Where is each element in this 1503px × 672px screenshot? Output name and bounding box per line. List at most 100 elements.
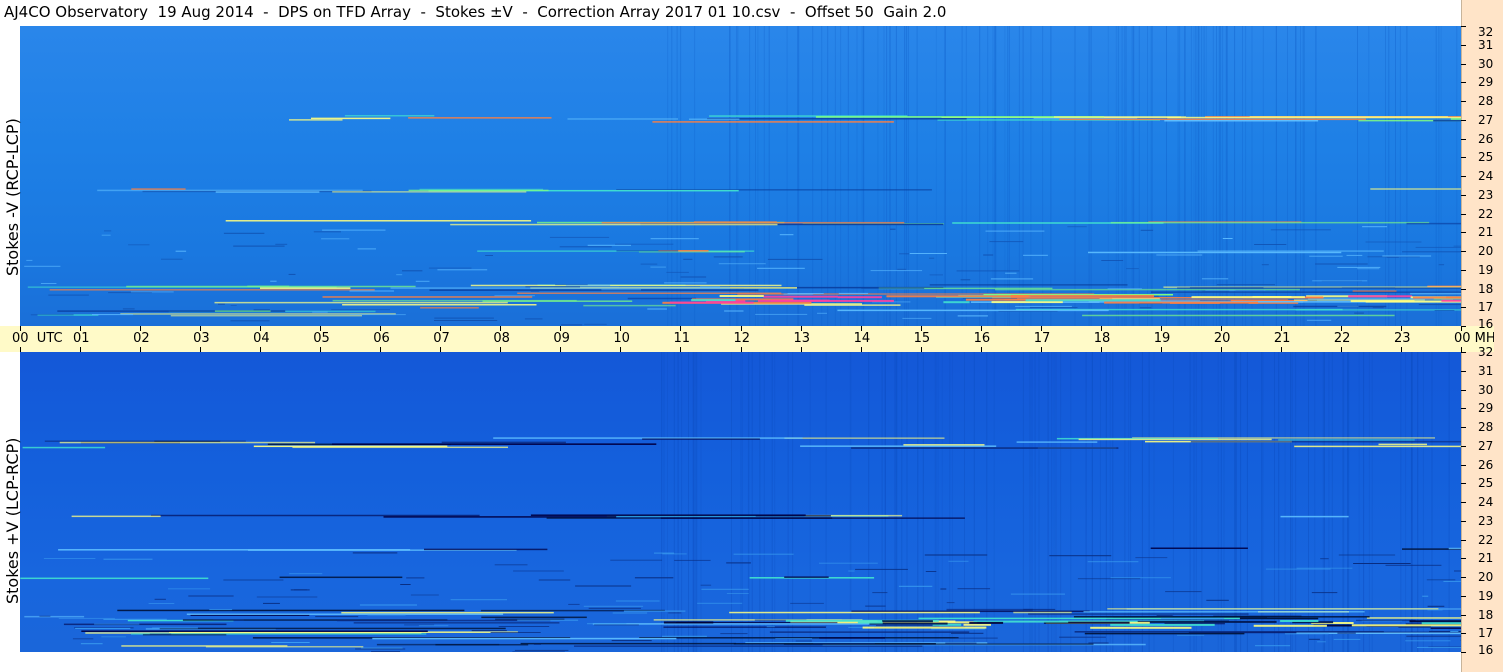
spectral-line [700,584,712,586]
spectral-line [538,579,571,581]
time-tick [20,347,21,352]
vertical-streak [1290,352,1291,652]
spectral-line [332,191,527,193]
vertical-streak [1147,26,1148,326]
spectral-line [402,270,423,272]
vertical-streak [1053,352,1055,652]
vertical-streak [749,26,751,326]
vertical-streak [994,26,996,326]
spectral-line [848,570,855,572]
vertical-streak [729,26,730,326]
vertical-streak [1226,26,1228,326]
vertical-streak [986,352,988,652]
time-tick [1101,347,1102,352]
time-tick [620,326,621,331]
spectral-line [876,625,940,627]
time-tick-label: 02 [133,331,150,346]
vertical-streak [1203,26,1205,326]
spectrogram-bottom [20,352,1461,652]
spectral-line [957,588,991,590]
spectral-line [359,604,417,606]
spectral-line [1255,645,1291,647]
vertical-streak [1153,352,1155,652]
freq-tick-label: 19 [1478,262,1494,277]
vertical-streak [951,352,953,652]
freq-tick [1461,270,1466,271]
spectral-line [72,638,94,640]
vertical-streak [922,352,924,652]
spectral-line [517,619,579,621]
vertical-streak [1456,26,1458,326]
spectral-line [225,220,532,222]
spectral-line [63,623,227,626]
vertical-streak [1195,352,1197,652]
spectral-line [43,558,96,559]
spectral-line [862,626,987,629]
vertical-streak [1302,26,1304,326]
time-tick-label: 20 [1213,331,1231,346]
vertical-streak [1303,26,1305,326]
vertical-streak [1347,352,1349,652]
freq-tick [1461,176,1466,177]
time-tick [801,347,802,352]
spectral-line [837,296,882,299]
spectral-line [694,221,777,223]
spectral-line [1189,287,1264,289]
vertical-streak [944,26,946,326]
spectral-line [948,560,969,562]
spectral-line [652,121,894,123]
spectral-line [757,299,894,302]
vertical-streak [798,26,800,326]
vertical-streak [935,26,937,326]
spectral-line [322,296,533,298]
vertical-streak [1348,352,1350,652]
freq-tick-label: 29 [1478,75,1494,90]
vertical-streak [1130,352,1132,652]
vertical-streak [1417,352,1418,652]
vertical-streak [1193,26,1195,326]
spectral-line [1074,631,1384,633]
freq-tick-label: 32 [1478,25,1494,39]
spectral-line [331,309,390,311]
time-tick-label: 05 [313,331,330,346]
spectral-line [1370,188,1461,190]
spectral-line [215,191,320,193]
freq-tick [1461,82,1466,83]
vertical-streak [1262,352,1264,652]
spectral-line [1082,314,1395,317]
vertical-streak [1128,352,1130,652]
freq-tick [1461,251,1466,252]
spectral-line [1337,305,1359,307]
spectral-line [1338,554,1396,556]
spectral-line [945,642,977,644]
time-tick-label: 11 [673,331,690,346]
vertical-streak [740,352,742,652]
vertical-streak [1405,352,1407,652]
vertical-streak [763,26,765,326]
spectral-line [1333,638,1361,640]
spectral-line [819,637,885,639]
vertical-streak [1331,352,1333,652]
spectral-line [1049,555,1112,557]
spectral-line [80,643,103,645]
spectral-line [161,258,183,260]
time-tick [1041,347,1042,352]
spectral-line [1253,624,1327,627]
spectral-line [1382,255,1432,257]
spectral-line [424,548,548,551]
spectral-line [437,269,488,271]
spectral-line [1059,118,1366,121]
spectral-line [420,307,479,309]
vertical-streak [1234,352,1236,652]
time-tick [1341,326,1342,331]
time-tick [921,326,922,331]
spectral-line [769,631,970,633]
vertical-streak [1275,26,1277,326]
spectral-line [784,576,829,578]
time-tick [861,347,862,352]
vertical-streak [1322,352,1324,652]
spectral-line [514,649,569,651]
vertical-streak [1193,352,1195,652]
spectral-line [263,602,280,604]
time-tick [1401,347,1402,352]
